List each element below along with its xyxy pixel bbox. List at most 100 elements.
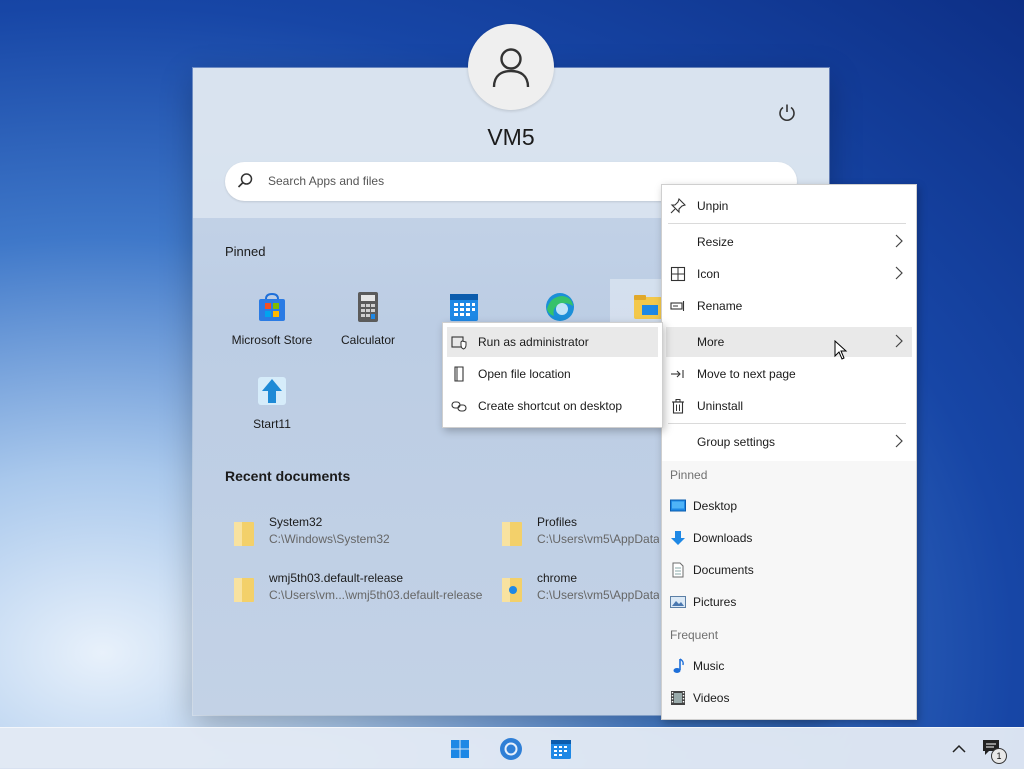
folder-icon bbox=[502, 522, 522, 546]
menu-item-resize[interactable]: Resize bbox=[666, 227, 912, 257]
rename-icon bbox=[670, 298, 686, 314]
power-icon bbox=[779, 104, 795, 121]
calendar-icon bbox=[551, 740, 571, 759]
pinned-app-microsoft-store[interactable]: Microsoft Store bbox=[224, 289, 320, 361]
mouse-cursor-icon bbox=[834, 340, 848, 360]
recent-documents-heading: Recent documents bbox=[225, 468, 351, 484]
menu-item-icon[interactable]: Icon bbox=[666, 259, 912, 289]
file-location-icon bbox=[451, 366, 467, 382]
menu-item-label: Pictures bbox=[693, 595, 737, 609]
chevron-right-icon bbox=[895, 334, 903, 348]
calendar-icon bbox=[448, 291, 480, 323]
user-icon bbox=[492, 48, 530, 88]
app-label: Calculator bbox=[340, 333, 396, 347]
start-button[interactable] bbox=[447, 736, 473, 762]
menu-item-rename[interactable]: Rename bbox=[666, 291, 912, 321]
microsoft-store-icon bbox=[256, 291, 288, 323]
menu-item-label: Move to next page bbox=[697, 367, 796, 381]
menu-item-label: Create shortcut on desktop bbox=[478, 399, 623, 413]
context-menu: Unpin Resize Icon Rename More Move to ne… bbox=[661, 184, 917, 720]
jump-list-item-documents[interactable]: Documents bbox=[666, 555, 912, 585]
music-note-icon bbox=[670, 658, 686, 674]
menu-item-label: More bbox=[697, 335, 725, 349]
jump-list-item-downloads[interactable]: Downloads bbox=[666, 523, 912, 553]
windows-logo-icon bbox=[451, 740, 469, 758]
doc-name: chrome bbox=[537, 571, 578, 585]
menu-item-label: Group settings bbox=[697, 435, 776, 449]
taskbar-browser-button[interactable] bbox=[498, 736, 524, 762]
link-icon bbox=[451, 398, 467, 414]
menu-item-label: Downloads bbox=[693, 531, 753, 545]
doc-path: C:\Users\vm...\wmj5th03.default-release bbox=[269, 588, 483, 602]
search-icon bbox=[237, 173, 253, 188]
doc-name: System32 bbox=[269, 515, 323, 529]
show-hidden-icons-button[interactable] bbox=[946, 736, 972, 762]
menu-item-create-shortcut[interactable]: Create shortcut on desktop bbox=[447, 391, 658, 421]
tile-icon bbox=[670, 266, 686, 282]
doc-path: C:\Users\vm5\AppData bbox=[537, 588, 659, 602]
menu-item-more[interactable]: More bbox=[666, 327, 912, 357]
menu-item-label: Uninstall bbox=[697, 399, 744, 413]
doc-name: wmj5th03.default-release bbox=[269, 571, 404, 585]
menu-item-label: Icon bbox=[697, 267, 720, 281]
more-submenu: Run as administrator Open file location … bbox=[442, 322, 663, 428]
recent-doc-item[interactable]: chrome C:\Users\vm5\AppData bbox=[501, 571, 659, 611]
doc-path: C:\Windows\System32 bbox=[269, 532, 390, 546]
menu-item-label: Open file location bbox=[478, 367, 571, 381]
doc-path: C:\Users\vm5\AppData bbox=[537, 532, 659, 546]
pinned-app-file-explorer[interactable] bbox=[610, 279, 662, 323]
notification-button[interactable]: 1 bbox=[979, 736, 1007, 764]
menu-item-label: Resize bbox=[697, 235, 734, 249]
trash-icon bbox=[670, 398, 686, 414]
recent-doc-item[interactable]: System32 C:\Windows\System32 bbox=[233, 515, 473, 555]
menu-item-uninstall[interactable]: Uninstall bbox=[666, 391, 912, 421]
menu-item-label: Run as administrator bbox=[478, 335, 589, 349]
menu-item-label: Music bbox=[693, 659, 725, 673]
menu-item-label: Desktop bbox=[693, 499, 738, 513]
menu-divider bbox=[668, 223, 906, 224]
doc-name: Profiles bbox=[537, 515, 578, 529]
menu-item-label: Rename bbox=[697, 299, 743, 313]
jump-list-item-desktop[interactable]: Desktop bbox=[666, 491, 912, 521]
app-label: Microsoft Store bbox=[231, 333, 313, 347]
admin-shield-icon bbox=[451, 334, 467, 350]
jump-list-item-music[interactable]: Music bbox=[666, 651, 912, 681]
search-placeholder: Search Apps and files bbox=[268, 174, 385, 188]
pinned-app-calculator[interactable]: Calculator bbox=[320, 289, 416, 361]
picture-icon bbox=[670, 594, 686, 610]
file-explorer-icon bbox=[632, 291, 662, 323]
user-name: VM5 bbox=[487, 124, 535, 150]
desktop-icon bbox=[670, 498, 686, 514]
power-button[interactable] bbox=[776, 102, 798, 124]
film-icon bbox=[670, 690, 686, 706]
calculator-icon bbox=[352, 291, 384, 323]
user-avatar[interactable] bbox=[468, 24, 554, 110]
taskbar-calendar-button[interactable] bbox=[548, 736, 574, 762]
jump-list-frequent-heading: Frequent bbox=[670, 628, 719, 642]
recent-doc-item[interactable]: Profiles C:\Users\vm5\AppData bbox=[501, 515, 659, 555]
download-arrow-icon bbox=[670, 530, 686, 546]
menu-item-unpin[interactable]: Unpin bbox=[666, 191, 912, 221]
menu-item-label: Unpin bbox=[697, 199, 729, 213]
jump-list-item-videos[interactable]: Videos bbox=[666, 683, 912, 713]
folder-icon bbox=[234, 522, 254, 546]
jump-list-pinned-heading: Pinned bbox=[670, 468, 708, 482]
pinned-heading: Pinned bbox=[225, 244, 266, 259]
taskbar: 1 bbox=[0, 727, 1024, 769]
menu-item-group-settings[interactable]: Group settings bbox=[666, 427, 912, 457]
recent-doc-item[interactable]: wmj5th03.default-release C:\Users\vm...\… bbox=[233, 571, 493, 611]
document-icon bbox=[670, 562, 686, 578]
app-label: Start11 bbox=[253, 417, 291, 431]
start11-icon bbox=[256, 375, 288, 407]
menu-item-open-file-location[interactable]: Open file location bbox=[447, 359, 658, 389]
menu-item-move-to-next-page[interactable]: Move to next page bbox=[666, 359, 912, 389]
menu-item-run-as-administrator[interactable]: Run as administrator bbox=[447, 327, 658, 357]
edge-browser-icon bbox=[544, 291, 576, 323]
chevron-right-icon bbox=[895, 434, 903, 448]
menu-item-label: Documents bbox=[693, 563, 754, 577]
pinned-app-start11[interactable]: Start11 bbox=[224, 373, 320, 445]
chevron-right-icon bbox=[895, 266, 903, 280]
move-page-icon bbox=[670, 366, 686, 382]
jump-list-item-pictures[interactable]: Pictures bbox=[666, 587, 912, 617]
unpin-icon bbox=[670, 198, 686, 214]
